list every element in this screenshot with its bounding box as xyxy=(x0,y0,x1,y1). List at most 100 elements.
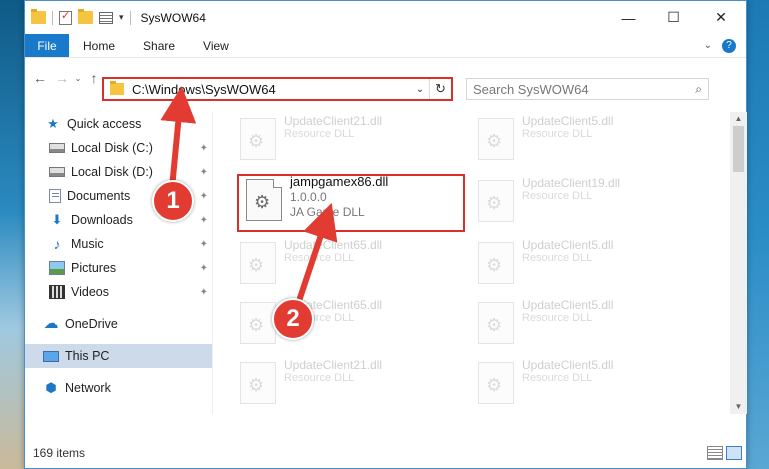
sidebar-item-label: Documents xyxy=(67,189,131,203)
scroll-up-arrow-icon[interactable]: ▲ xyxy=(730,112,747,126)
cloud-icon: ☁ xyxy=(43,315,59,332)
maximize-button[interactable]: ☐ xyxy=(651,1,696,34)
sidebar-item-label: Downloads xyxy=(71,213,133,227)
pin-icon: ✦ xyxy=(199,166,208,178)
tab-home[interactable]: Home xyxy=(69,34,129,57)
sidebar-item-label: Videos xyxy=(71,285,109,299)
file-tile[interactable]: UpdateClient21.dllResource DLL xyxy=(236,356,462,414)
file-list: UpdateClient21.dllResource DLL UpdateCli… xyxy=(236,112,733,414)
dll-file-icon xyxy=(478,362,514,404)
file-name: UpdateClient21.dll xyxy=(284,358,383,372)
pin-icon: ✦ xyxy=(199,286,208,298)
pin-icon: ✦ xyxy=(199,262,208,274)
document-icon xyxy=(49,189,61,203)
folder-icon xyxy=(31,9,46,24)
sidebar-item-local-disk-c[interactable]: Local Disk (C:) ✦ xyxy=(25,136,212,160)
sidebar-item-videos[interactable]: Videos ✦ xyxy=(25,280,212,304)
dll-file-icon xyxy=(240,302,276,344)
tab-view[interactable]: View xyxy=(189,34,243,57)
ribbon-right-controls: ⌄ ? xyxy=(704,34,746,57)
status-bar: 169 items xyxy=(25,438,746,468)
recent-locations-chevron-icon[interactable]: ⌄ xyxy=(73,74,83,83)
file-description: Resource DLL xyxy=(522,312,593,324)
sidebar-item-local-disk-d[interactable]: Local Disk (D:) ✦ xyxy=(25,160,212,184)
dll-file-icon xyxy=(246,179,282,221)
sidebar-item-quick-access[interactable]: ★ Quick access xyxy=(25,112,212,136)
dll-file-icon xyxy=(478,118,514,160)
new-folder-icon[interactable] xyxy=(78,9,93,24)
dll-file-icon xyxy=(478,302,514,344)
file-tile[interactable]: UpdateClient5.dllResource DLL xyxy=(474,296,700,354)
sidebar-item-label: OneDrive xyxy=(65,317,118,331)
scroll-down-arrow-icon[interactable]: ▼ xyxy=(730,400,747,414)
computer-icon xyxy=(43,350,59,362)
file-tile[interactable]: UpdateClient5.dllResource DLL xyxy=(474,236,700,294)
title-bar: ▾ SysWOW64 — ☐ ✕ xyxy=(25,1,746,34)
refresh-button[interactable]: ↻ xyxy=(429,79,451,99)
desktop-background-right xyxy=(747,0,769,469)
dll-file-icon xyxy=(240,242,276,284)
sidebar-item-label: Local Disk (C:) xyxy=(71,141,153,155)
tab-share[interactable]: Share xyxy=(129,34,189,57)
scroll-thumb[interactable] xyxy=(733,126,744,172)
sidebar-item-this-pc[interactable]: This PC xyxy=(25,344,212,368)
file-tile[interactable]: UpdateClient5.dllResource DLL xyxy=(474,356,700,414)
step-badge-1: 1 xyxy=(152,180,194,222)
file-tile[interactable]: UpdateClient65.dllResource DLL xyxy=(236,236,462,294)
tab-file[interactable]: File xyxy=(25,34,69,57)
file-description: Resource DLL xyxy=(522,252,593,264)
file-description: Resource DLL xyxy=(522,190,593,202)
help-icon[interactable]: ? xyxy=(722,38,736,53)
sidebar-item-onedrive[interactable]: ☁ OneDrive xyxy=(25,312,212,336)
file-tile[interactable]: UpdateClient19.dllResource DLL xyxy=(474,174,700,232)
file-name: UpdateClient65.dll xyxy=(284,238,383,252)
pin-icon: ✦ xyxy=(199,238,208,250)
search-input[interactable]: Search SysWOW64 ⌕ xyxy=(466,78,709,100)
sidebar-item-label: Quick access xyxy=(67,117,142,131)
close-button[interactable]: ✕ xyxy=(696,1,746,34)
sidebar-item-label: This PC xyxy=(65,349,110,363)
sidebar-item-pictures[interactable]: Pictures ✦ xyxy=(25,256,212,280)
minimize-button[interactable]: — xyxy=(606,1,651,34)
details-view-icon[interactable] xyxy=(707,446,723,460)
file-name: UpdateClient5.dll xyxy=(522,298,614,312)
address-dropdown-chevron-icon[interactable]: ⌄ xyxy=(411,84,429,95)
sidebar-item-label: Network xyxy=(65,381,111,395)
view-toggle xyxy=(707,446,746,460)
navigation-pane: ★ Quick access Local Disk (C:) ✦ Local D… xyxy=(25,112,213,414)
file-tile-jampgamex86[interactable]: jampgamex86.dll 1.0.0.0 JA Game DLL xyxy=(240,174,389,221)
properties-check-icon[interactable] xyxy=(59,9,72,25)
forward-button[interactable]: → xyxy=(51,70,73,86)
file-description: Resource DLL xyxy=(284,128,355,140)
file-name: UpdateClient5.dll xyxy=(522,358,614,372)
file-tile[interactable]: UpdateClient21.dllResource DLL xyxy=(236,112,462,170)
item-count: 169 items xyxy=(33,446,86,460)
step-badge-2: 2 xyxy=(272,298,314,340)
dll-file-icon xyxy=(478,242,514,284)
file-description: JA Game DLL xyxy=(290,205,365,219)
file-tile[interactable]: UpdateClient65.dllResource DLL xyxy=(236,296,462,354)
address-bar[interactable]: C:\Windows\SysWOW64 ⌄ ↻ xyxy=(102,77,453,101)
back-button[interactable]: ← xyxy=(29,70,51,86)
picture-icon xyxy=(49,261,65,275)
file-name: jampgamex86.dll xyxy=(290,174,389,189)
sidebar-item-label: Pictures xyxy=(71,261,117,275)
sidebar-item-network[interactable]: ⬢ Network xyxy=(25,376,212,400)
view-properties-icon[interactable] xyxy=(99,11,113,24)
file-description: Resource DLL xyxy=(284,252,355,264)
large-icons-view-icon[interactable] xyxy=(726,446,742,460)
search-placeholder: Search SysWOW64 xyxy=(473,81,589,97)
address-path[interactable]: C:\Windows\SysWOW64 xyxy=(132,82,411,97)
quick-access-toolbar: ▾ xyxy=(25,9,131,25)
file-name: UpdateClient5.dll xyxy=(522,114,614,128)
expand-ribbon-chevron-icon[interactable]: ⌄ xyxy=(704,40,712,51)
dll-file-icon xyxy=(478,180,514,222)
customize-toolbar-chevron-icon[interactable]: ▾ xyxy=(119,12,124,23)
sidebar-item-music[interactable]: ♪ Music ✦ xyxy=(25,232,212,256)
vertical-scrollbar[interactable]: ▲ ▼ xyxy=(730,112,747,414)
file-tile[interactable]: UpdateClient5.dllResource DLL xyxy=(474,112,700,170)
toolbar-divider xyxy=(52,10,53,25)
toolbar-divider xyxy=(129,10,131,25)
network-icon: ⬢ xyxy=(45,380,57,395)
disk-icon xyxy=(49,143,65,153)
